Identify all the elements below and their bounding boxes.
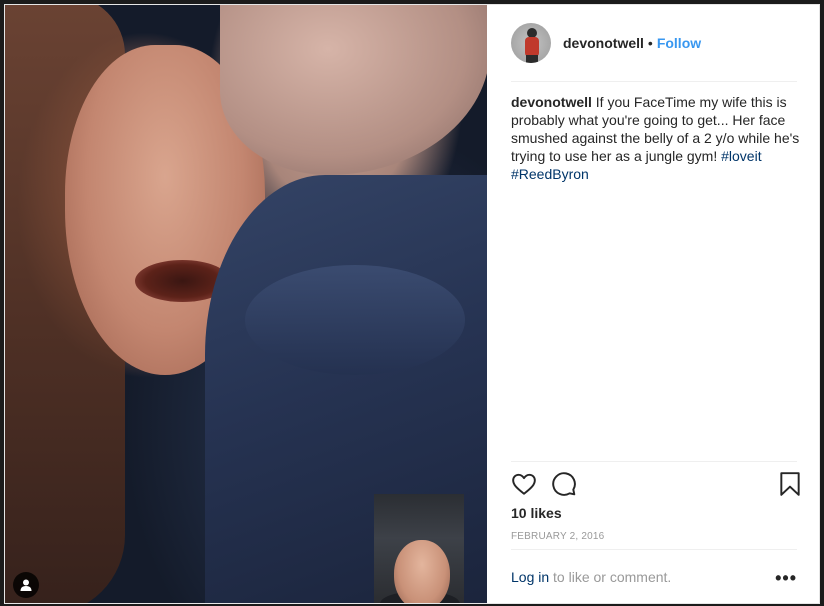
hashtag-link[interactable]: #ReedByron xyxy=(511,166,589,182)
login-prompt: Log in to like or comment. xyxy=(511,569,801,585)
more-options-icon[interactable]: ••• xyxy=(775,569,797,587)
action-bar xyxy=(511,471,801,501)
avatar-figure-legs xyxy=(526,55,538,63)
likes-count[interactable]: 10 likes xyxy=(511,505,562,521)
login-prompt-text: to like or comment. xyxy=(549,569,672,585)
post-side-panel: devonotwell • Follow devonotwell If you … xyxy=(487,5,819,603)
instagram-post: devonotwell • Follow devonotwell If you … xyxy=(4,4,820,604)
footer-divider xyxy=(511,549,797,550)
header-divider xyxy=(511,81,797,82)
username-link[interactable]: devonotwell xyxy=(563,35,644,51)
person-icon[interactable] xyxy=(13,572,39,598)
avatar[interactable] xyxy=(511,23,551,63)
follow-button[interactable]: Follow xyxy=(657,35,701,51)
actions-divider xyxy=(511,461,797,462)
post-caption: devonotwell If you FaceTime my wife this… xyxy=(511,93,801,183)
heart-icon[interactable] xyxy=(511,471,537,502)
post-date[interactable]: FEBRUARY 2, 2016 xyxy=(511,531,604,542)
hashtag-link[interactable]: #loveit xyxy=(721,148,761,164)
post-media[interactable] xyxy=(5,5,487,603)
header-separator: • xyxy=(647,35,653,51)
media-jeans-fold-shape xyxy=(245,265,465,375)
caption-username-link[interactable]: devonotwell xyxy=(511,94,592,110)
facetime-self-view xyxy=(374,494,464,603)
login-link[interactable]: Log in xyxy=(511,569,549,585)
post-header: devonotwell • Follow xyxy=(511,23,701,63)
media-arm-shape xyxy=(220,5,487,175)
comment-icon[interactable] xyxy=(551,471,577,502)
pip-head-shape xyxy=(394,540,450,603)
bookmark-icon[interactable] xyxy=(779,471,801,502)
avatar-figure-body xyxy=(525,37,539,57)
